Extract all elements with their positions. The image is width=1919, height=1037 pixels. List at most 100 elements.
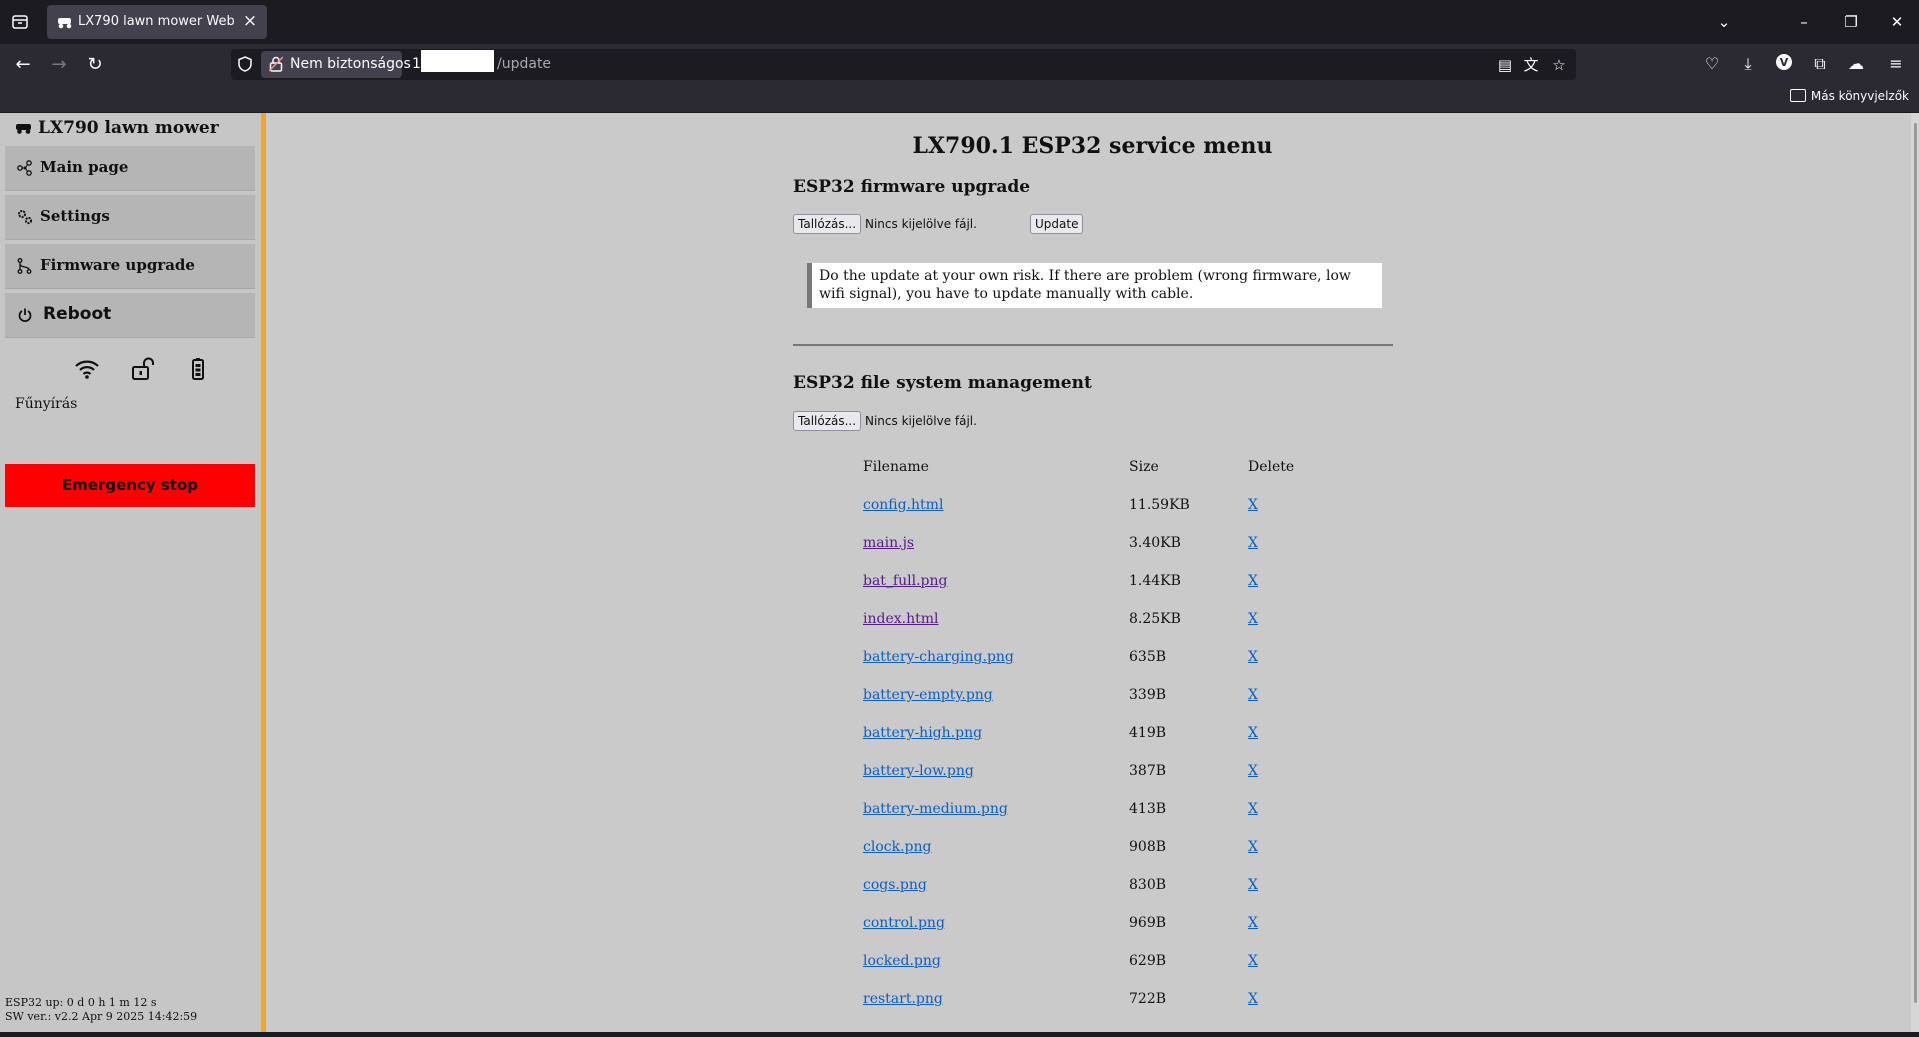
bookmarks-bar: Más könyvjelzők — [0, 84, 1919, 112]
forward-icon[interactable]: → — [46, 52, 72, 78]
file-link[interactable]: config.html — [863, 497, 943, 513]
file-size-cell: 830B — [1129, 877, 1167, 893]
delete-file-link[interactable]: X — [1248, 497, 1258, 513]
reload-icon[interactable]: ↻ — [82, 52, 108, 78]
delete-file-link[interactable]: X — [1248, 611, 1258, 627]
file-link[interactable]: bat_full.png — [863, 573, 947, 589]
sidebar-item-firmware-upgrade[interactable]: Firmware upgrade — [5, 244, 255, 289]
url-host: 1 — [412, 56, 421, 72]
file-size-cell: 1.44KB — [1129, 573, 1181, 589]
delete-file-link[interactable]: X — [1248, 839, 1258, 855]
filesystem-browse-button[interactable]: Tallózás... — [793, 411, 862, 431]
extensions-icon[interactable]: ⧉ — [1809, 53, 1831, 75]
file-link[interactable]: battery-low.png — [863, 763, 974, 779]
mower-icon — [15, 119, 33, 134]
delete-file-link[interactable]: X — [1248, 687, 1258, 703]
file-size-cell: 339B — [1129, 687, 1167, 703]
file-size-cell: 11.59KB — [1129, 497, 1190, 513]
file-link[interactable]: battery-empty.png — [863, 687, 993, 703]
file-link[interactable]: main.js — [863, 535, 914, 551]
container-icon[interactable]: ☁ — [1845, 53, 1867, 75]
back-icon[interactable]: ← — [10, 52, 36, 78]
delete-file-link[interactable]: X — [1248, 877, 1258, 893]
security-label: Nem biztonságos — [290, 56, 411, 72]
window-bottom-edge — [0, 1032, 1919, 1037]
tab-active[interactable]: LX790 lawn mower Web × — [47, 5, 267, 39]
file-delete-cell: X — [1248, 866, 1328, 904]
update-button[interactable]: Update — [1030, 214, 1084, 234]
table-row: battery-medium.png 413B X — [863, 790, 1328, 828]
table-row: config.html 11.59KB X — [863, 486, 1328, 524]
file-table: Filename Size Delete config.html 11.59KB X… — [863, 448, 1328, 1018]
delete-file-link[interactable]: X — [1248, 573, 1258, 589]
file-name-cell: battery-empty.png — [863, 676, 1129, 714]
uptime-text: ESP32 up: 0 d 0 h 1 m 12 s — [5, 996, 157, 1009]
restore-icon[interactable]: ❐ — [1839, 10, 1863, 34]
sidebar-item-reboot[interactable]: Reboot — [5, 293, 255, 338]
delete-file-link[interactable]: X — [1248, 763, 1258, 779]
table-row: battery-low.png 387B X — [863, 752, 1328, 790]
chevron-down-icon[interactable]: ⌄ — [1712, 10, 1736, 34]
file-link[interactable]: restart.png — [863, 991, 943, 1007]
bookmark-star-icon[interactable]: ☆ — [1549, 55, 1569, 75]
file-delete-cell: X — [1248, 676, 1328, 714]
file-delete-cell: X — [1248, 638, 1328, 676]
minimize-icon[interactable]: – — [1792, 10, 1816, 34]
delete-file-link[interactable]: X — [1248, 953, 1258, 969]
insecure-lock-icon — [268, 56, 284, 72]
close-tab-icon[interactable]: × — [241, 12, 259, 30]
bookmark-folder-other[interactable]: Más könyvjelzők — [1789, 89, 1909, 103]
firmware-browse-button[interactable]: Tallózás... — [793, 214, 862, 234]
firmware-heading: ESP32 firmware upgrade — [793, 177, 1031, 197]
file-link[interactable]: cogs.png — [863, 877, 927, 893]
scrollbar-thumb[interactable] — [1914, 123, 1917, 1003]
power-icon — [17, 307, 33, 323]
file-size-cell: 387B — [1129, 763, 1167, 779]
tab-title: LX790 lawn mower Web — [78, 14, 235, 29]
file-link[interactable]: control.png — [863, 915, 945, 931]
profile-icon[interactable]: V — [1773, 53, 1795, 75]
file-link[interactable]: clock.png — [863, 839, 931, 855]
tab-list-icon[interactable] — [10, 12, 30, 32]
url-path: /update — [497, 56, 552, 72]
file-link[interactable]: battery-high.png — [863, 725, 982, 741]
file-size-cell: 629B — [1129, 953, 1167, 969]
table-row: bat_full.png 1.44KB X — [863, 562, 1328, 600]
delete-file-link[interactable]: X — [1248, 535, 1258, 551]
file-name-cell: control.png — [863, 904, 1129, 942]
url-bar[interactable]: Nem biztonságos 1 /update ▤ 文 ☆ — [231, 49, 1576, 80]
close-window-icon[interactable]: ✕ — [1885, 10, 1909, 34]
shield-icon[interactable] — [237, 56, 253, 72]
file-name-cell: battery-charging.png — [863, 638, 1129, 676]
delete-file-link[interactable]: X — [1248, 915, 1258, 931]
file-name-cell: bat_full.png — [863, 562, 1129, 600]
menu-icon[interactable]: ≡ — [1885, 53, 1907, 75]
sidebar-item-settings[interactable]: Settings — [5, 195, 255, 240]
brand-title: LX790 lawn mower — [15, 118, 219, 138]
page-scrollbar[interactable] — [1911, 113, 1919, 1032]
file-delete-cell: X — [1248, 790, 1328, 828]
delete-file-link[interactable]: X — [1248, 801, 1258, 817]
file-link[interactable]: battery-medium.png — [863, 801, 1008, 817]
svg-text:V: V — [1780, 56, 1789, 69]
file-delete-cell: X — [1248, 562, 1328, 600]
sidebar-item-label: Settings — [40, 207, 110, 225]
security-badge[interactable]: Nem biztonságos — [261, 51, 411, 78]
delete-file-link[interactable]: X — [1248, 725, 1258, 741]
file-name-cell: battery-low.png — [863, 752, 1129, 790]
filesystem-no-file-text: Nincs kijelölve fájl. — [865, 414, 977, 428]
file-delete-cell: X — [1248, 524, 1328, 562]
file-link[interactable]: battery-charging.png — [863, 649, 1014, 665]
table-row: battery-empty.png 339B X — [863, 676, 1328, 714]
translate-icon[interactable]: 文 — [1521, 55, 1541, 75]
reader-view-icon[interactable]: ▤ — [1495, 55, 1515, 75]
delete-file-link[interactable]: X — [1248, 991, 1258, 1007]
file-link[interactable]: locked.png — [863, 953, 941, 969]
file-link[interactable]: index.html — [863, 611, 938, 627]
emergency-stop-button[interactable]: Emergency stop — [5, 464, 255, 507]
delete-file-link[interactable]: X — [1248, 649, 1258, 665]
sidebar-item-main-page[interactable]: Main page — [5, 146, 255, 191]
pocket-icon[interactable]: ♡ — [1701, 53, 1723, 75]
download-icon[interactable]: ⤓ — [1737, 53, 1759, 75]
page-content: LX790 lawn mower Main page Settings Firm… — [0, 113, 1919, 1032]
